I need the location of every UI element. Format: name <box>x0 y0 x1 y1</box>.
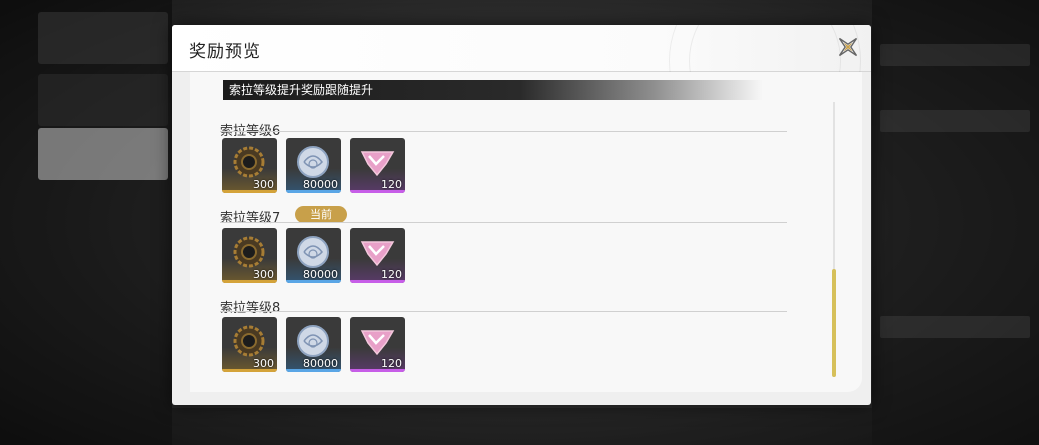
divider <box>220 222 787 223</box>
background-bar <box>880 110 1030 132</box>
level-7-title: 索拉等级7 <box>220 211 281 226</box>
level-8-title: 索拉等级8 <box>220 301 281 316</box>
rarity-bar <box>350 369 405 372</box>
gear-material-icon <box>233 146 265 178</box>
shell-coin-icon <box>297 325 329 357</box>
reward-item[interactable]: 80000 <box>286 228 341 283</box>
background-sidebar-item <box>38 128 168 180</box>
background-right-panel <box>872 0 1039 445</box>
level-8-rewards: 300 80000 120 <box>222 317 405 372</box>
rarity-bar <box>350 280 405 283</box>
rarity-bar <box>222 369 277 372</box>
reward-item[interactable]: 120 <box>350 317 405 372</box>
close-button[interactable] <box>833 32 863 62</box>
close-icon <box>838 37 858 57</box>
level-6-rewards: 300 80000 120 <box>222 138 405 193</box>
rarity-bar <box>222 280 277 283</box>
background-sidebar <box>0 0 172 445</box>
background-bar <box>880 316 1030 338</box>
reward-item[interactable]: 80000 <box>286 317 341 372</box>
shell-coin-icon <box>297 236 329 268</box>
rarity-bar <box>286 190 341 193</box>
background-sidebar-item <box>38 12 168 64</box>
reward-item[interactable]: 80000 <box>286 138 341 193</box>
level-6-title: 索拉等级6 <box>220 124 281 139</box>
divider <box>220 311 787 312</box>
current-badge: 当前 <box>295 206 347 223</box>
gear-material-icon <box>233 236 265 268</box>
heart-ticket-icon <box>360 151 395 177</box>
divider <box>220 131 787 132</box>
heart-ticket-icon <box>360 330 395 356</box>
rarity-bar <box>286 369 341 372</box>
reward-item[interactable]: 300 <box>222 138 277 193</box>
scrollbar-thumb[interactable] <box>832 269 836 377</box>
level-7-rewards: 300 80000 120 <box>222 228 405 283</box>
reward-list[interactable]: 索拉等级提升奖励跟随提升 索拉等级6 300 80000 120 索拉等级7 当… <box>190 72 862 392</box>
rarity-bar <box>350 190 405 193</box>
reward-item[interactable]: 120 <box>350 228 405 283</box>
reward-item[interactable]: 300 <box>222 317 277 372</box>
reward-item[interactable]: 120 <box>350 138 405 193</box>
background-bar <box>880 44 1030 66</box>
reward-preview-modal: 奖励预览 索拉等级提升奖励跟随提升 索拉等级6 300 80000 120 索拉… <box>172 25 871 405</box>
reward-item[interactable]: 300 <box>222 228 277 283</box>
rarity-bar <box>222 190 277 193</box>
gear-material-icon <box>233 325 265 357</box>
background-sidebar-item <box>38 74 168 126</box>
rarity-bar <box>286 280 341 283</box>
modal-title: 奖励预览 <box>189 42 261 62</box>
info-banner: 索拉等级提升奖励跟随提升 <box>223 80 763 100</box>
heart-ticket-icon <box>360 241 395 267</box>
background-bottom <box>172 408 872 445</box>
shell-coin-icon <box>297 146 329 178</box>
modal-header: 奖励预览 <box>172 25 871 157</box>
